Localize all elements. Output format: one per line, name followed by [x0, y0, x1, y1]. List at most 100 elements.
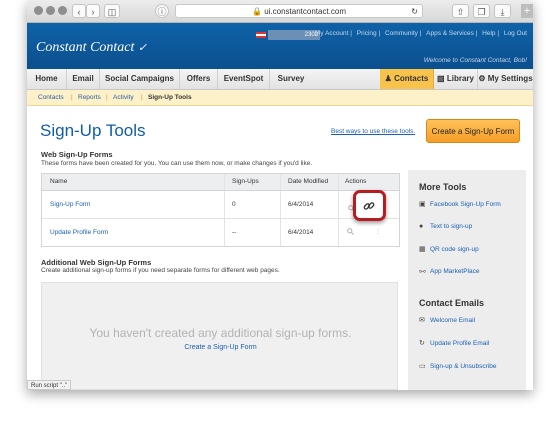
subnav-divider: |: [106, 94, 108, 101]
logo-text: Constant Contact: [36, 40, 135, 55]
logo-swoosh-icon: ✓: [137, 42, 148, 54]
tool-app-marketplace[interactable]: ⧟ App MarketPlace: [419, 268, 480, 276]
web-forms-heading: Web Sign-Up Forms: [41, 150, 113, 159]
status-bar: Run script "..": [27, 380, 72, 390]
subnav-divider: |: [71, 94, 73, 101]
top-link-apps[interactable]: Apps & Services: [426, 30, 474, 37]
sidebar-icon[interactable]: ◫: [104, 4, 120, 18]
top-link-my-account[interactable]: My Account: [315, 30, 349, 37]
page-title: Sign-Up Tools: [40, 121, 146, 140]
top-link-community[interactable]: Community: [385, 30, 418, 37]
create-signup-form-button[interactable]: Create a Sign-Up Form: [426, 119, 520, 143]
forms-table: Name Sign-Ups Date Modified Actions Sign…: [41, 173, 400, 247]
tool-label: QR code sign-up: [430, 246, 479, 253]
library-icon: ▧: [437, 74, 445, 83]
close-window-button[interactable]: [34, 6, 43, 15]
browser-toolbar: ‹ › ◫ ⓘ 🔒 ui.constantcontact.com ↻ ⇧ ❐ ⤓…: [27, 0, 533, 23]
table-row: Sign-Up Form 0 6/4/2014: [42, 191, 399, 219]
contact-emails-heading: Contact Emails: [419, 298, 485, 308]
email-label: Sign-up & Unsubscribe: [430, 363, 497, 370]
nav-library-label: Library: [446, 74, 474, 83]
subnav-activity[interactable]: Activity: [113, 90, 134, 105]
signups-count: --: [232, 229, 237, 236]
forward-button[interactable]: ›: [86, 4, 100, 18]
subnav-divider: |: [141, 94, 143, 101]
date-modified: 6/4/2014: [288, 229, 314, 236]
email-label: Update Profile Email: [430, 340, 490, 347]
tool-label: Text to sign-up: [430, 223, 473, 230]
url-text: ui.constantcontact.com: [264, 7, 347, 16]
back-button[interactable]: ‹: [72, 4, 86, 18]
tool-facebook[interactable]: ▣ Facebook Sign-Up Form: [419, 200, 501, 208]
flag-icon: [256, 32, 266, 38]
col-signups[interactable]: Sign-Ups: [232, 174, 259, 190]
download-icon[interactable]: ⤓: [494, 4, 511, 18]
col-date-modified[interactable]: Date Modified: [288, 174, 328, 190]
tabs-icon[interactable]: ❐: [473, 4, 490, 18]
qr-code-icon: ▦: [419, 246, 426, 253]
form-name-link[interactable]: Sign-Up Form: [50, 191, 90, 218]
new-tab-button[interactable]: +: [521, 4, 533, 18]
col-name[interactable]: Name: [50, 174, 67, 190]
email-signup-unsubscribe[interactable]: ▭ Sign-up & Unsubscribe: [419, 362, 496, 370]
col-actions: Actions: [345, 178, 367, 185]
nav-home[interactable]: Home: [27, 69, 67, 89]
more-actions-icon[interactable]: ⋮: [375, 228, 381, 235]
web-forms-description: These forms have been created for you. Y…: [41, 160, 313, 167]
tool-label: Facebook Sign-Up Form: [430, 201, 501, 208]
nav-settings-label: My Settings: [487, 74, 533, 83]
additional-forms-description: Create additional sign-up forms if you n…: [41, 267, 280, 274]
refresh-icon: ↻: [419, 340, 425, 347]
email-update-profile[interactable]: ↻ Update Profile Email: [419, 339, 489, 347]
top-link-logout[interactable]: Log Out: [504, 30, 527, 37]
sub-nav: Contacts | Reports | Activity | Sign-Up …: [27, 90, 533, 106]
get-link-highlight[interactable]: [353, 190, 386, 221]
welcome-text: Welcome to Constant Contact, Bob!: [423, 57, 527, 64]
top-link-pricing[interactable]: Pricing: [357, 30, 377, 37]
form-name-link[interactable]: Update Profile Form: [50, 219, 108, 246]
logo[interactable]: Constant Contact ✓: [36, 40, 147, 56]
email-label: Welcome Email: [430, 317, 476, 324]
lock-icon: 🔒: [251, 7, 262, 16]
nav-social-campaigns[interactable]: Social Campaigns: [100, 69, 180, 89]
chat-icon: ●: [419, 223, 424, 230]
table-row: Update Profile Form -- 6/4/2014 ⋮: [42, 219, 399, 246]
email-welcome[interactable]: ✉ Welcome Email: [419, 316, 475, 324]
date-modified: 6/4/2014: [288, 201, 314, 208]
top-links: My Account | Pricing | Community | Apps …: [314, 30, 527, 37]
reload-icon[interactable]: ↻: [411, 5, 418, 18]
cart-icon: ⧟: [419, 268, 426, 275]
minimize-window-button[interactable]: [46, 6, 55, 15]
subnav-signup-tools[interactable]: Sign-Up Tools: [148, 90, 192, 105]
link-icon[interactable]: [363, 200, 375, 212]
inbox-icon: ▭: [419, 363, 426, 370]
nav-contacts[interactable]: ♟ Contacts: [380, 69, 434, 89]
tool-text-signup[interactable]: ● Text to sign-up: [419, 223, 472, 230]
privacy-icon[interactable]: ⓘ: [155, 4, 169, 18]
nav-library[interactable]: ▧ Library: [434, 69, 478, 89]
nav-eventspot[interactable]: EventSpot: [218, 69, 270, 89]
contacts-icon: ♟: [384, 74, 392, 83]
gear-icon: ⚙: [478, 74, 486, 83]
share-icon[interactable]: ⇧: [452, 4, 469, 18]
zoom-window-button[interactable]: [58, 6, 67, 15]
browser-window: ‹ › ◫ ⓘ 🔒 ui.constantcontact.com ↻ ⇧ ❐ ⤓…: [27, 0, 533, 390]
create-signup-form-link[interactable]: Create a Sign-Up Form: [42, 344, 399, 351]
nav-offers[interactable]: Offers: [180, 69, 218, 89]
top-link-help[interactable]: Help: [482, 30, 495, 37]
subnav-contacts[interactable]: Contacts: [38, 90, 64, 105]
address-bar[interactable]: 🔒 ui.constantcontact.com ↻: [175, 4, 423, 18]
best-ways-link[interactable]: Best ways to use these tools.: [331, 128, 415, 135]
nav-survey[interactable]: Survey: [270, 69, 312, 89]
more-tools-heading: More Tools: [419, 182, 467, 192]
nav-my-settings[interactable]: ⚙ My Settings: [478, 69, 533, 89]
envelope-icon: ✉: [419, 317, 425, 324]
tool-qr-code[interactable]: ▦ QR code sign-up: [419, 245, 479, 253]
nav-email[interactable]: Email: [67, 69, 100, 89]
empty-message: You haven't created any additional sign-…: [89, 326, 352, 340]
subnav-reports[interactable]: Reports: [78, 90, 101, 105]
empty-forms-panel: You haven't created any additional sign-…: [41, 282, 398, 390]
preview-icon[interactable]: [347, 228, 354, 235]
brand-header: Constant Contact ✓ 2302 My Account | Pri…: [27, 23, 533, 69]
additional-forms-heading: Additional Web Sign-Up Forms: [41, 258, 152, 267]
